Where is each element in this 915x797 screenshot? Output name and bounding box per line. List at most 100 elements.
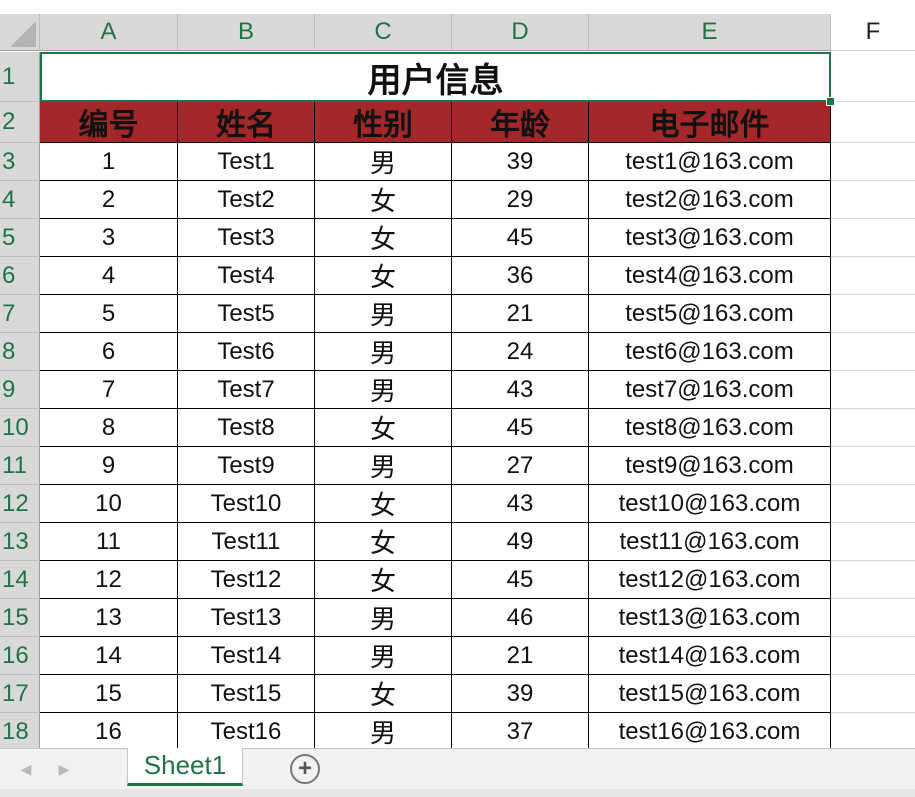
header-cell-b[interactable]: 姓名 [178, 102, 315, 143]
cell-F8[interactable] [831, 333, 915, 371]
cell-c13[interactable]: 女 [315, 523, 452, 561]
cell-a8[interactable]: 6 [40, 333, 178, 371]
cell-d15[interactable]: 46 [452, 599, 589, 637]
row-header-17[interactable]: 17 [0, 675, 40, 713]
cell-F3[interactable] [831, 143, 915, 181]
cell-b16[interactable]: Test14 [178, 637, 315, 675]
cell-c10[interactable]: 女 [315, 409, 452, 447]
cell-d11[interactable]: 27 [452, 447, 589, 485]
cell-F14[interactable] [831, 561, 915, 599]
row-header-4[interactable]: 4 [0, 181, 40, 219]
fill-handle[interactable] [826, 97, 835, 106]
cell-a12[interactable]: 10 [40, 485, 178, 523]
cell-b5[interactable]: Test3 [178, 219, 315, 257]
cell-F7[interactable] [831, 295, 915, 333]
cell-a7[interactable]: 5 [40, 295, 178, 333]
cell-e13[interactable]: test11@163.com [589, 523, 831, 561]
cell-b7[interactable]: Test5 [178, 295, 315, 333]
cell-e10[interactable]: test8@163.com [589, 409, 831, 447]
row-header-13[interactable]: 13 [0, 523, 40, 561]
header-cell-d[interactable]: 年龄 [452, 102, 589, 143]
cell-b9[interactable]: Test7 [178, 371, 315, 409]
column-header-c[interactable]: C [315, 14, 452, 51]
cell-c14[interactable]: 女 [315, 561, 452, 599]
cell-c15[interactable]: 男 [315, 599, 452, 637]
cell-d12[interactable]: 43 [452, 485, 589, 523]
cell-c4[interactable]: 女 [315, 181, 452, 219]
column-header-b[interactable]: B [178, 14, 315, 51]
cell-b17[interactable]: Test15 [178, 675, 315, 713]
cell-b14[interactable]: Test12 [178, 561, 315, 599]
cell-F5[interactable] [831, 219, 915, 257]
cell-e5[interactable]: test3@163.com [589, 219, 831, 257]
cell-b15[interactable]: Test13 [178, 599, 315, 637]
cell-c5[interactable]: 女 [315, 219, 452, 257]
cell-a5[interactable]: 3 [40, 219, 178, 257]
row-header-12[interactable]: 12 [0, 485, 40, 523]
column-header-f[interactable]: F [831, 14, 915, 51]
cell-a10[interactable]: 8 [40, 409, 178, 447]
cell-b3[interactable]: Test1 [178, 143, 315, 181]
cell-c11[interactable]: 男 [315, 447, 452, 485]
cell-F4[interactable] [831, 181, 915, 219]
cell-a11[interactable]: 9 [40, 447, 178, 485]
cell-F13[interactable] [831, 523, 915, 561]
cell-e7[interactable]: test5@163.com [589, 295, 831, 333]
cell-e9[interactable]: test7@163.com [589, 371, 831, 409]
cell-a13[interactable]: 11 [40, 523, 178, 561]
column-header-d[interactable]: D [452, 14, 589, 51]
cell-c12[interactable]: 女 [315, 485, 452, 523]
cell-c17[interactable]: 女 [315, 675, 452, 713]
cell-d9[interactable]: 43 [452, 371, 589, 409]
cell-F16[interactable] [831, 637, 915, 675]
cell-e14[interactable]: test12@163.com [589, 561, 831, 599]
cell-e11[interactable]: test9@163.com [589, 447, 831, 485]
cell-e12[interactable]: test10@163.com [589, 485, 831, 523]
plus-circle-icon[interactable]: + [290, 754, 320, 784]
cell-d5[interactable]: 45 [452, 219, 589, 257]
row-header-6[interactable]: 6 [0, 257, 40, 295]
cell-b10[interactable]: Test8 [178, 409, 315, 447]
cell-d18[interactable]: 37 [452, 713, 589, 751]
cell-a4[interactable]: 2 [40, 181, 178, 219]
cell-d14[interactable]: 45 [452, 561, 589, 599]
cell-c8[interactable]: 男 [315, 333, 452, 371]
cell-e15[interactable]: test13@163.com [589, 599, 831, 637]
cell-d13[interactable]: 49 [452, 523, 589, 561]
cell-b18[interactable]: Test16 [178, 713, 315, 751]
column-header-a[interactable]: A [40, 14, 178, 51]
row-header-11[interactable]: 11 [0, 447, 40, 485]
cell-a14[interactable]: 12 [40, 561, 178, 599]
cell-d7[interactable]: 21 [452, 295, 589, 333]
cell-F17[interactable] [831, 675, 915, 713]
cell-a3[interactable]: 1 [40, 143, 178, 181]
cell-b13[interactable]: Test11 [178, 523, 315, 561]
cell-a6[interactable]: 4 [40, 257, 178, 295]
cell-A1-merged-title[interactable]: 用户信息 [40, 52, 831, 102]
cell-F10[interactable] [831, 409, 915, 447]
row-header-10[interactable]: 10 [0, 409, 40, 447]
cell-F18[interactable] [831, 713, 915, 751]
cell-a18[interactable]: 16 [40, 713, 178, 751]
column-header-e[interactable]: E [589, 14, 831, 51]
cell-F15[interactable] [831, 599, 915, 637]
chevron-left-icon[interactable]: ◀ [16, 759, 36, 779]
cell-d4[interactable]: 29 [452, 181, 589, 219]
row-header-1[interactable]: 1 [0, 52, 40, 102]
cell-b6[interactable]: Test4 [178, 257, 315, 295]
cell-c7[interactable]: 男 [315, 295, 452, 333]
cell-b8[interactable]: Test6 [178, 333, 315, 371]
cell-a16[interactable]: 14 [40, 637, 178, 675]
row-header-15[interactable]: 15 [0, 599, 40, 637]
cell-d17[interactable]: 39 [452, 675, 589, 713]
row-header-7[interactable]: 7 [0, 295, 40, 333]
cell-d3[interactable]: 39 [452, 143, 589, 181]
cell-e17[interactable]: test15@163.com [589, 675, 831, 713]
header-cell-e[interactable]: 电子邮件 [589, 102, 831, 143]
cell-F12[interactable] [831, 485, 915, 523]
cell-e8[interactable]: test6@163.com [589, 333, 831, 371]
row-header-2[interactable]: 2 [0, 102, 40, 143]
chevron-right-icon[interactable]: ▶ [54, 759, 74, 779]
cell-a17[interactable]: 15 [40, 675, 178, 713]
row-header-5[interactable]: 5 [0, 219, 40, 257]
